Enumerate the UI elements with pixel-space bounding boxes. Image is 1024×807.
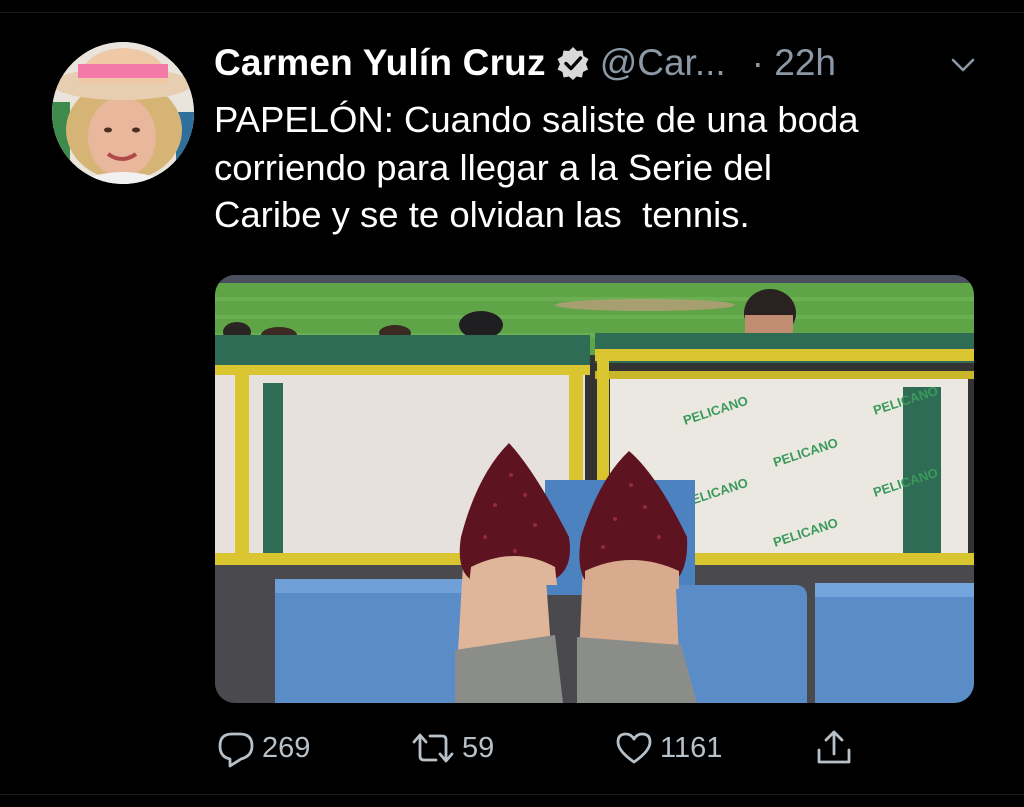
author-name[interactable]: Carmen Yulín Cruz — [214, 42, 546, 84]
tweet-text-line: PAPELÓN: Cuando saliste de una boda — [214, 99, 859, 140]
tweet-text-line: Caribe y se te olvidan las tennis. — [214, 194, 750, 235]
tweet-photo[interactable]: PELICANO PELICANO PELICANO PELICANO PELI… — [215, 275, 974, 703]
retweet-icon — [412, 733, 454, 763]
like-button[interactable]: 1161 — [614, 720, 722, 776]
heart-icon — [616, 732, 652, 764]
reply-icon — [218, 732, 254, 768]
retweet-button[interactable]: 59 — [410, 720, 494, 776]
tweet-text-line: corriendo para llegar a la Serie del — [214, 146, 772, 188]
verified-badge-icon — [556, 46, 590, 80]
tweet-header: Carmen Yulín Cruz @Car... · 22h — [214, 38, 836, 88]
action-bar: 269 59 1161 — [0, 720, 1024, 776]
tweet[interactable]: Carmen Yulín Cruz @Car... · 22h PAPELÓN:… — [0, 0, 1024, 807]
reply-count: 269 — [262, 731, 311, 764]
divider — [0, 794, 1024, 795]
author-handle[interactable]: @Car... — [600, 42, 726, 84]
like-count: 1161 — [660, 731, 723, 764]
avatar[interactable] — [52, 42, 194, 184]
tweet-text: PAPELÓN: Cuando saliste de una boda corr… — [214, 96, 994, 239]
chevron-down-icon[interactable] — [948, 50, 978, 80]
timestamp[interactable]: · 22h — [752, 42, 836, 84]
share-button[interactable] — [814, 720, 854, 776]
divider — [0, 12, 1024, 13]
reply-button[interactable]: 269 — [216, 720, 310, 776]
retweet-count: 59 — [462, 731, 495, 764]
share-icon — [817, 730, 851, 764]
